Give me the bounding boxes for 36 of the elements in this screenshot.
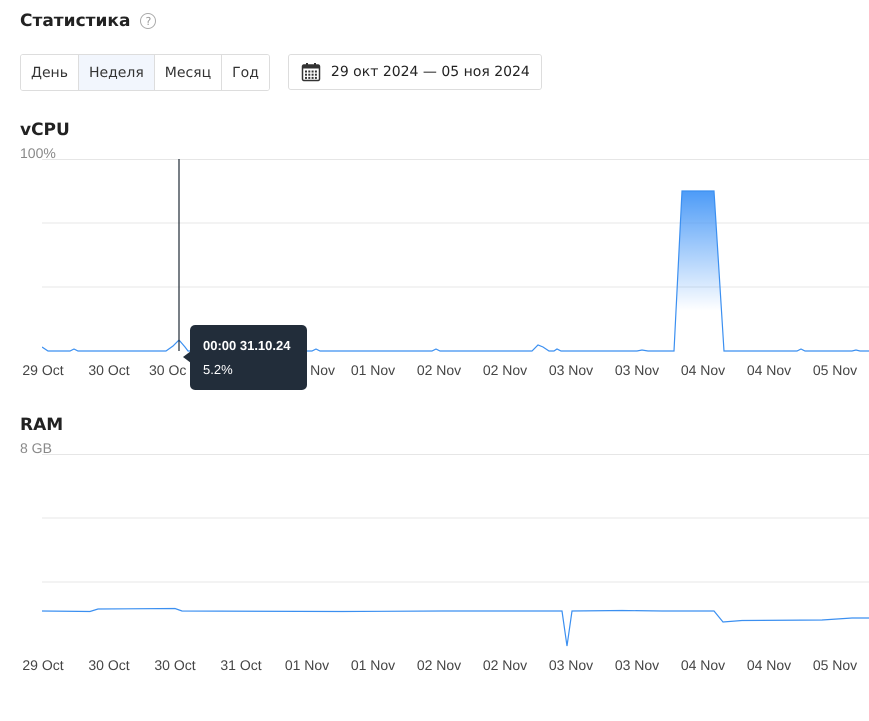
axis-label: 03 Nov — [614, 657, 660, 673]
chart-title: RAM — [20, 415, 64, 437]
axis-label: 30 Oc — [149, 362, 186, 378]
axis-label: 01 Nov — [284, 657, 330, 673]
axis-label: 01 Nov — [350, 657, 396, 673]
tooltip-value: 5.2% — [203, 362, 233, 377]
axis-label: 8 GB — [20, 440, 53, 454]
axis-label: 29 Oct — [22, 362, 64, 378]
axis-label: 05 Nov — [812, 657, 858, 673]
axis-label: Nov — [310, 362, 335, 378]
calendar-icon — [300, 62, 321, 82]
axis-label: 02 Nov — [416, 362, 462, 378]
axis-label: 31 Oct — [220, 657, 262, 673]
axis-label: 30 Oct — [88, 362, 130, 378]
period-tab[interactable]: Неделя — [78, 55, 154, 90]
axis-label: 02 Nov — [482, 657, 528, 673]
axis-label: 03 Nov — [614, 362, 660, 378]
period-tab[interactable]: Год — [221, 55, 269, 90]
axis-label: 100% — [20, 145, 57, 159]
page-title: Статистика — [20, 11, 130, 31]
axis-label: 01 Nov — [350, 362, 396, 378]
axis-label: 05 Nov — [812, 362, 858, 378]
axis-label: 02 Nov — [482, 362, 528, 378]
chart-title: vCPU — [20, 120, 71, 142]
axis-label: 02 Nov — [416, 657, 462, 673]
axis-label: 04 Nov — [746, 362, 792, 378]
axis-label: 03 Nov — [548, 657, 594, 673]
axis-label: 30 Oct — [88, 657, 130, 673]
axis-label: 29 Oct — [22, 657, 64, 673]
axis-label: 30 Oct — [154, 657, 196, 673]
axis-label: 04 Nov — [680, 657, 726, 673]
date-range-button[interactable]: 29 окт 2024 — 05 ноя 2024 — [288, 54, 542, 90]
tooltip-time: 00:00 31.10.24 — [203, 338, 290, 353]
axis-label: 03 Nov — [548, 362, 594, 378]
axis-label: 04 Nov — [680, 362, 726, 378]
axis-label: 04 Nov — [746, 657, 792, 673]
